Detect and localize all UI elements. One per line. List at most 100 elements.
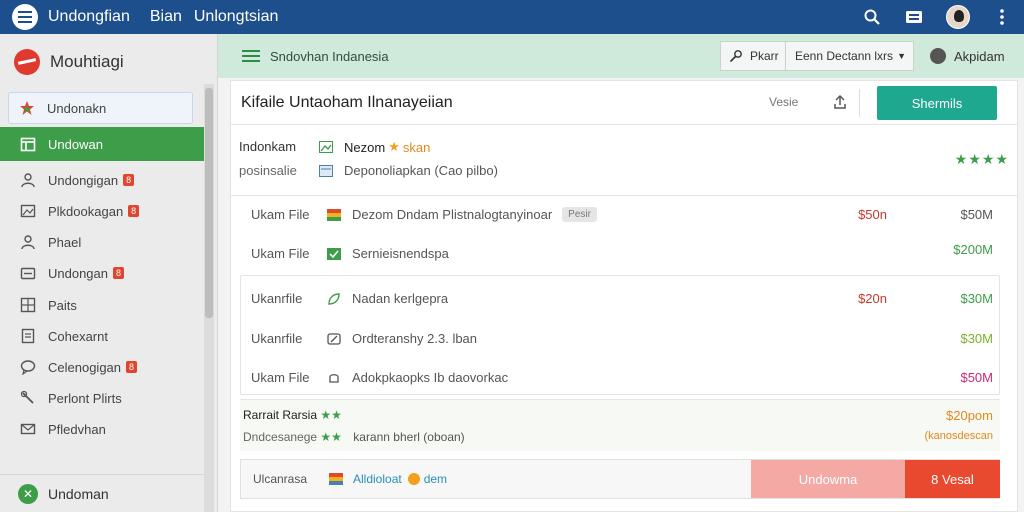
row-total: $30M	[960, 331, 993, 346]
sidebar-brand[interactable]: Mouhtiagi	[0, 34, 217, 90]
star-icon: ★★	[320, 430, 342, 444]
table-row[interactable]: Ukam File Sernieisnendspa $200M	[231, 242, 1017, 266]
sidebar-item-label: Celenogigan	[48, 359, 122, 375]
sidebar-item-label: Cohexarnt	[48, 328, 108, 344]
sidebar-item-label: Phael	[48, 234, 82, 250]
summary-desc: Deponoliapkan (Cao pilbo)	[319, 163, 498, 178]
sidebar-item-undonakn[interactable]: Undonakn	[8, 92, 193, 124]
user-name: Akpidam	[954, 48, 1005, 64]
row-total: $50M	[960, 370, 993, 385]
mail-icon	[20, 421, 36, 437]
summary-desc: Nezom ★ skan	[319, 139, 430, 155]
row-desc: Nadan kerlgepra	[327, 291, 448, 306]
footer-row: Ulcanrasa Alldioloat dem Undowma 8 Vesal	[240, 459, 1000, 499]
row-text: Dezom Dndam Plistnalogtanyinoar	[352, 207, 553, 222]
table-row[interactable]: Ukam File Adokpkaopks Ib daovorkac $50M	[231, 370, 1017, 390]
star-icon	[19, 100, 35, 116]
search-icon[interactable]	[862, 7, 882, 27]
share-icon[interactable]	[831, 93, 849, 111]
table-row[interactable]: Ukanrfile Nadan kerlgepra $20n $30M	[231, 291, 1017, 311]
calendar-icon	[20, 136, 36, 152]
footer-link[interactable]: Alldioloat	[353, 472, 402, 486]
sub-header: Sndovhan Indanesia Pkarr Eenn Dectann lx…	[218, 34, 1024, 78]
app-title[interactable]: Undongfian	[48, 8, 130, 26]
sidebar-item-label: Pfledvhan	[48, 421, 106, 437]
view-link[interactable]: Vesie	[769, 95, 798, 109]
table-row[interactable]: Ukam File Dezom Dndam Plistnalogtanyinoa…	[231, 207, 1017, 227]
grid-icon	[20, 297, 36, 313]
highlight-amount: $20pom	[946, 408, 993, 423]
summary-name: Nezom	[344, 139, 386, 155]
filter-select[interactable]: Eenn Dectann lxrs ▼	[786, 41, 914, 71]
sidebar-item-undongan[interactable]: Undongan 8	[0, 261, 204, 285]
secondary-button[interactable]: Undowma	[751, 460, 905, 498]
image-icon	[20, 203, 36, 219]
highlight-title: Rarrait Rarsia	[243, 408, 318, 422]
sidebar-item-label: Paits	[48, 297, 77, 313]
more-vertical-icon[interactable]	[992, 7, 1012, 27]
user-avatar[interactable]	[946, 5, 970, 29]
sidebar-item-perlont-plirts[interactable]: Perlont Plirts	[0, 386, 204, 410]
highlight-desc: karann bherl (oboan)	[353, 430, 465, 444]
table-row[interactable]: Ukanrfile Ordteranshy 2.3. lban $30M	[231, 331, 1017, 351]
sidebar: Mouhtiagi Undonakn Undowan Undongigan 8 …	[0, 34, 218, 512]
sidebar-item-undongigan[interactable]: Undongigan 8	[0, 168, 204, 192]
leaf-icon	[328, 292, 340, 305]
row-desc: Dezom Dndam Plistnalogtanyinoar Pesir	[327, 207, 597, 222]
scrollbar-thumb[interactable]	[205, 88, 213, 318]
brand-name: Mouhtiagi	[50, 52, 124, 71]
tools-icon: ✕	[18, 483, 38, 504]
user-menu[interactable]: Akpidam	[930, 41, 1005, 71]
app-logo-icon[interactable]	[12, 4, 38, 30]
row-total: $200M	[953, 242, 993, 257]
sidebar-item-phael[interactable]: Phael	[0, 230, 204, 254]
header-divider	[859, 89, 860, 117]
person-icon	[20, 172, 36, 188]
primary-button[interactable]: Shermils	[877, 86, 997, 120]
row-text: Adokpkaopks Ib daovorkac	[352, 370, 509, 385]
row-desc: Adokpkaopks Ib daovorkac	[327, 370, 508, 385]
row-total: $50M	[960, 207, 993, 222]
nav-link-bian[interactable]: Bian	[150, 8, 182, 26]
user-avatar-small	[930, 48, 946, 64]
sidebar-item-undowan[interactable]: Undowan	[0, 127, 204, 161]
sidebar-item-plkdookagan[interactable]: Plkdookagan 8	[0, 199, 204, 223]
chat-icon	[20, 359, 36, 375]
sidebar-footer-label: Undoman	[48, 485, 109, 502]
star-icon: ★★	[320, 408, 342, 422]
sidebar-item-cohexarnt[interactable]: Cohexarnt	[0, 324, 204, 348]
highlight-amount-sub: (kanosdescan	[924, 430, 994, 442]
danger-button[interactable]: 8 Vesal	[905, 460, 1000, 498]
coin-icon	[407, 473, 420, 485]
search-label: Pkarr	[750, 49, 779, 63]
menu-icon[interactable]	[242, 50, 260, 62]
summary-detail: Deponoliapkan (Cao pilbo)	[344, 163, 498, 178]
sidebar-scrollbar[interactable]	[204, 84, 214, 512]
notification-badge: 8	[123, 174, 135, 186]
row-label: Ukam File	[251, 370, 310, 385]
nav-link-unlongtsian[interactable]: Unlongtsian	[194, 8, 279, 26]
notification-badge: 8	[128, 205, 140, 217]
notification-badge: 8	[126, 361, 138, 373]
check-icon	[327, 247, 341, 260]
summary-label: Indonkam	[239, 139, 297, 154]
footer-label: Ulcanrasa	[253, 472, 308, 486]
content-card: Kifaile Untaoham Ilnanayeiian Vesie Sher…	[230, 80, 1018, 512]
image-icon	[319, 141, 333, 153]
row-label: Ukam File	[251, 246, 310, 261]
edit-icon	[327, 332, 341, 345]
sidebar-item-pfledvhan[interactable]: Pfledvhan	[0, 417, 204, 441]
footer-desc: Alldioloat dem	[329, 472, 447, 486]
card-icon	[319, 164, 333, 177]
sidebar-footer-item[interactable]: ✕ Undoman	[0, 474, 204, 512]
sidebar-item-celenogigan[interactable]: Celenogigan 8	[0, 355, 204, 379]
search-button[interactable]: Pkarr	[720, 41, 786, 71]
row-desc: Sernieisnendspa	[327, 246, 449, 261]
row-text: Sernieisnendspa	[352, 246, 449, 261]
sidebar-item-label: Undongan	[48, 265, 108, 281]
sidebar-item-paits[interactable]: Paits	[0, 293, 204, 317]
inbox-icon[interactable]	[904, 7, 924, 27]
row-text: Nadan kerlgepra	[352, 291, 449, 306]
row-amount: $50n	[858, 207, 887, 222]
footer-link-accent[interactable]: dem	[424, 472, 447, 486]
